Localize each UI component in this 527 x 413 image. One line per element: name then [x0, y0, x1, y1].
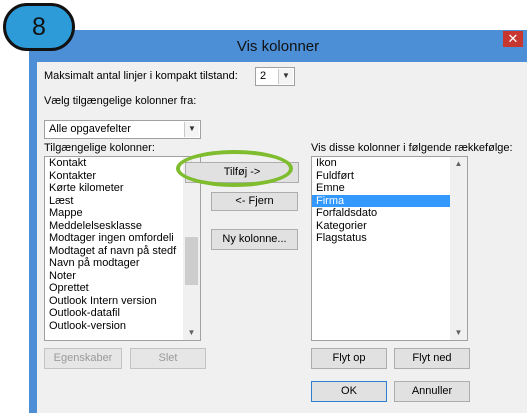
properties-button[interactable]: Egenskaber: [44, 348, 122, 369]
list-item[interactable]: Outlook-version: [45, 320, 200, 333]
available-columns-scrollbar[interactable]: ▲ ▼: [183, 157, 200, 340]
close-button[interactable]: ✕: [503, 31, 523, 47]
move-up-button[interactable]: Flyt op: [311, 348, 387, 369]
list-item[interactable]: Mappe: [45, 207, 200, 220]
highlight-ellipse: [176, 150, 293, 187]
remove-button[interactable]: <- Fjern: [211, 192, 298, 211]
list-item[interactable]: Firma: [312, 194, 467, 207]
scroll-down-icon: ▼: [454, 328, 463, 337]
scroll-thumb[interactable]: [185, 237, 198, 285]
move-down-button[interactable]: Flyt ned: [394, 348, 470, 369]
dialog-body: Maksimalt antal linjer i kompakt tilstan…: [37, 62, 527, 413]
available-columns-list[interactable]: Kontakt Kontakter Kørte kilometer Læst Mappe…: [44, 156, 201, 341]
list-item[interactable]: Meddelelsesklasse: [45, 220, 200, 233]
list-item[interactable]: Outlook Intern version: [45, 295, 200, 308]
list-item[interactable]: Noter: [45, 270, 200, 283]
max-lines-select[interactable]: 2 ▼: [255, 67, 295, 86]
list-item[interactable]: Ikon: [312, 157, 467, 170]
available-columns-label: Tilgængelige kolonner:: [44, 142, 155, 154]
list-item[interactable]: Kørte kilometer: [45, 182, 200, 195]
shown-columns-list[interactable]: Ikon Fuldført Emne Firma Forfaldsdato Kategor…: [311, 156, 468, 341]
max-lines-value: 2: [260, 70, 267, 82]
list-item[interactable]: Emne: [312, 182, 467, 195]
scroll-up-icon: ▲: [454, 159, 463, 168]
list-item[interactable]: Læst: [45, 195, 200, 208]
cancel-button[interactable]: Annuller: [394, 381, 470, 402]
list-item[interactable]: Outlook-datafil: [45, 307, 200, 320]
list-item[interactable]: Oprettet: [45, 282, 200, 295]
list-item[interactable]: Modtager ingen omfordeli: [45, 232, 200, 245]
chevron-down-icon[interactable]: ▼: [278, 69, 293, 84]
delete-button[interactable]: Slet: [130, 348, 206, 369]
column-source-select[interactable]: Alle opgavefelter ▼: [44, 120, 201, 139]
step-number: 8: [32, 13, 46, 41]
list-item[interactable]: Fuldført: [312, 170, 467, 183]
title-bar[interactable]: Vis kolonner ✕: [29, 30, 527, 62]
list-item[interactable]: Kategorier: [312, 220, 467, 233]
dialog-title: Vis kolonner: [236, 38, 320, 55]
shown-columns-label: Vis disse kolonner i følgende rækkefølge…: [311, 142, 513, 154]
new-column-button[interactable]: Ny kolonne...: [211, 229, 298, 250]
chevron-down-icon[interactable]: ▼: [184, 122, 199, 137]
shown-columns-scrollbar: ▲ ▼: [450, 157, 467, 340]
column-source-value: Alle opgavefelter: [49, 123, 131, 135]
max-lines-label: Maksimalt antal linjer i kompakt tilstan…: [44, 70, 238, 82]
scroll-down-icon[interactable]: ▼: [183, 326, 200, 340]
ok-button[interactable]: OK: [311, 381, 387, 402]
shown-columns-items: Ikon Fuldført Emne Firma Forfaldsdato Kategor…: [312, 157, 467, 245]
list-item[interactable]: Modtaget af navn på stedf: [45, 245, 200, 258]
list-item[interactable]: Forfaldsdato: [312, 207, 467, 220]
list-item[interactable]: Navn på modtager: [45, 257, 200, 270]
available-columns-items: Kontakt Kontakter Kørte kilometer Læst Mappe…: [45, 157, 200, 332]
step-badge: 8: [3, 3, 75, 51]
choose-from-label: Vælg tilgængelige kolonner fra:: [44, 95, 197, 107]
list-item[interactable]: Flagstatus: [312, 232, 467, 245]
